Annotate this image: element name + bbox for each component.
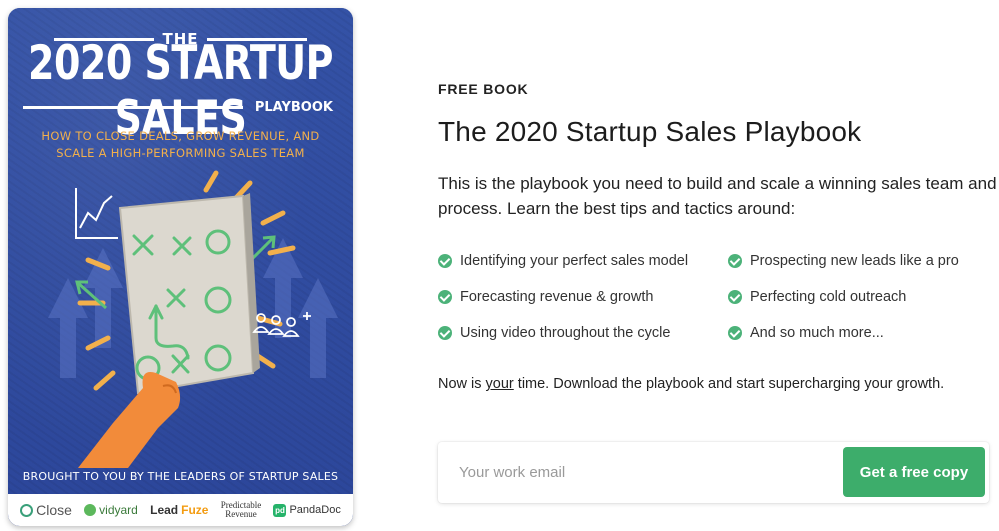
feature-item: Prospecting new leads like a pro	[728, 253, 959, 269]
leadfuze-logo-text-b: Fuze	[181, 503, 209, 517]
predictable-logo-line-2: Revenue	[225, 509, 257, 519]
feature-item: Identifying your perfect sales model	[438, 253, 688, 269]
chart-doodle-icon	[75, 188, 118, 239]
leadfuze-logo-text-a: Lead	[150, 503, 179, 517]
check-icon	[438, 254, 452, 268]
get-free-copy-button[interactable]: Get a free copy	[843, 447, 985, 497]
pandadoc-logo-icon: pd	[273, 503, 287, 517]
cover-tagline: HOW TO CLOSE DEALS, GROW REVENUE, AND SC…	[28, 128, 333, 162]
email-input[interactable]	[438, 442, 838, 503]
eyebrow-label: FREE BOOK	[438, 81, 529, 97]
check-icon	[438, 326, 452, 340]
check-icon	[438, 290, 452, 304]
pandadoc-logo-text: PandaDoc	[289, 504, 341, 516]
check-icon	[728, 290, 742, 304]
vidyard-logo: vidyard	[84, 503, 138, 517]
feature-item: Perfecting cold outreach	[728, 289, 906, 305]
cta-text-emphasis: your	[485, 376, 514, 392]
intro-paragraph: This is the playbook you need to build a…	[438, 174, 997, 218]
hand-icon	[78, 372, 181, 468]
playbook-illustration	[48, 170, 338, 468]
check-icon	[728, 254, 742, 268]
vidyard-logo-text: vidyard	[99, 503, 138, 517]
cover-playbook-label: PLAYBOOK	[254, 100, 333, 115]
clipboard	[118, 193, 260, 395]
close-logo-text: Close	[36, 502, 72, 518]
feature-label: Forecasting revenue & growth	[460, 289, 654, 305]
close-logo: Close	[20, 502, 72, 518]
sponsor-logos: Close vidyard Lead Fuze Predictable Reven…	[8, 494, 353, 526]
feature-item: Forecasting revenue & growth	[438, 289, 653, 305]
feature-item: And so much more...	[728, 325, 884, 341]
close-logo-icon	[20, 503, 34, 517]
predictable-revenue-logo: Predictable Revenue	[221, 501, 261, 519]
signup-form: Get a free copy	[438, 442, 989, 503]
vidyard-logo-icon	[84, 504, 97, 516]
feature-label: Perfecting cold outreach	[750, 289, 907, 305]
cover-rule	[23, 106, 243, 109]
cover-footer: BROUGHT TO YOU BY THE LEADERS OF STARTUP…	[22, 470, 339, 483]
cover-tagline-line-2: SCALE A HIGH-PERFORMING SALES TEAM	[56, 146, 305, 160]
feature-label: Prospecting new leads like a pro	[750, 253, 959, 269]
leadfuze-logo: Lead Fuze	[150, 503, 208, 517]
cta-text-after: time. Download the playbook and start su…	[513, 376, 945, 392]
feature-label: Using video throughout the cycle	[460, 325, 671, 341]
page-title: The 2020 Startup Sales Playbook	[438, 116, 862, 147]
check-icon	[728, 326, 742, 340]
cta-text-before: Now is	[438, 376, 486, 392]
cover-tagline-line-1: HOW TO CLOSE DEALS, GROW REVENUE, AND	[41, 129, 320, 143]
pandadoc-logo: pd PandaDoc	[273, 503, 341, 517]
feature-label: Identifying your perfect sales model	[460, 253, 689, 269]
cta-text: Now is your time. Download the playbook …	[438, 376, 944, 392]
book-cover: THE 2020 STARTUP SALES PLAYBOOK HOW TO C…	[8, 8, 353, 526]
feature-label: And so much more...	[750, 325, 884, 341]
feature-item: Using video throughout the cycle	[438, 325, 670, 341]
